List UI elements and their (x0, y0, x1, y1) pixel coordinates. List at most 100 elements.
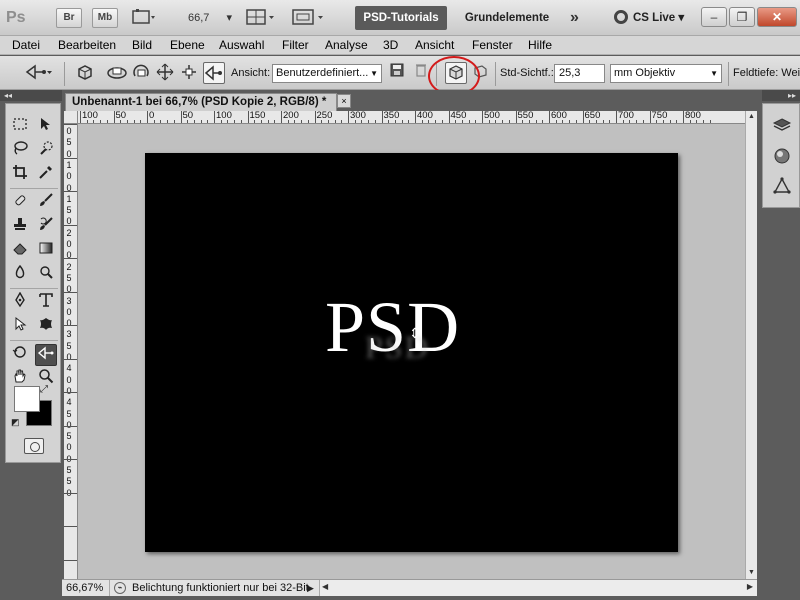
scroll-up-icon[interactable]: ▲ (746, 111, 757, 123)
field-of-view-input[interactable]: 25,3 (554, 64, 605, 83)
zoom-level-field[interactable]: 66,7 ▾ (188, 8, 232, 28)
chevron-down-icon: ▾ (678, 12, 685, 24)
ruler-minor-tick (187, 120, 189, 123)
view-extras-icon[interactable] (132, 8, 156, 28)
scroll-right-icon[interactable]: ▶ (747, 582, 753, 591)
3d-material-icon[interactable] (770, 146, 794, 170)
foreground-color-swatch[interactable] (14, 386, 40, 412)
quick-selection-tool-icon[interactable] (35, 140, 57, 162)
orbit-camera-icon[interactable] (106, 62, 128, 84)
3d-rotate-tool-icon[interactable] (9, 344, 31, 366)
crop-tool-icon[interactable] (9, 164, 31, 186)
ruler-tick (64, 224, 77, 226)
3d-scene-icon[interactable] (770, 176, 794, 200)
walk-camera-icon[interactable] (178, 62, 200, 84)
menu-auswahl[interactable]: Auswahl (219, 36, 264, 55)
menu-fenster[interactable]: Fenster (472, 36, 513, 55)
close-document-icon[interactable]: × (337, 94, 351, 108)
ruler-minor-tick (361, 120, 363, 123)
ruler-minor-tick (508, 120, 510, 123)
tool-preset-picker-icon[interactable] (22, 62, 56, 84)
document-tab[interactable]: Unbenannt-1 bei 66,7% (PSD Kopie 2, RGB/… (65, 93, 337, 111)
ruler-minor-tick (662, 120, 664, 123)
lasso-tool-icon[interactable] (9, 140, 31, 162)
horizontal-ruler[interactable]: 100 50 0 50 100 150 200 250 300 350 400 450 500 550 60… (78, 111, 745, 124)
return-to-initial-camera-icon[interactable] (74, 62, 96, 84)
vertical-scrollbar[interactable]: ▲ ▼ (745, 111, 757, 579)
ruler-minor-tick (260, 120, 262, 123)
default-colors-icon[interactable]: ◩ (11, 417, 21, 427)
spot-healing-tool-icon[interactable] (9, 192, 31, 214)
3d-zoom-camera-tool-icon[interactable] (35, 344, 57, 366)
save-view-icon[interactable] (386, 62, 408, 84)
close-window-button[interactable]: ✕ (757, 7, 797, 27)
right-panel-collapse-bar[interactable]: ▸▸ (762, 90, 800, 101)
ruler-origin[interactable] (64, 111, 78, 124)
scroll-down-icon[interactable]: ▼ (746, 567, 757, 579)
cs-live-button[interactable]: CS Live ▾ (614, 8, 684, 28)
info-icon[interactable]: ⌁ (114, 582, 126, 594)
document-canvas[interactable]: PSD PSD ⇕ (145, 153, 678, 552)
mini-bridge-button[interactable]: Mb (92, 8, 118, 28)
move-tool-icon[interactable] (35, 116, 57, 138)
pen-tool-icon[interactable] (9, 291, 31, 314)
status-bar: 66,67% ⌁ Belichtung funktioniert nur bei… (62, 579, 757, 596)
ruler-label: 5 (66, 340, 72, 351)
ruler-label: 0 (66, 171, 72, 182)
clone-stamp-tool-icon[interactable] (9, 216, 31, 238)
workspace-psd-tutorials-tab[interactable]: PSD-Tutorials (355, 6, 447, 30)
status-zoom-field[interactable]: 66,67% (66, 580, 110, 596)
restore-button[interactable]: ❐ (729, 7, 755, 27)
vertical-ruler[interactable]: 050100150200250300350400450500550 (64, 124, 78, 579)
ruler-label: 0 (66, 374, 72, 385)
menu-bearbeiten[interactable]: Bearbeiten (58, 36, 116, 55)
more-workspaces-icon[interactable]: » (570, 8, 579, 28)
ruler-minor-tick (609, 120, 611, 123)
minimize-button[interactable]: – (701, 7, 727, 27)
ruler-minor-tick (562, 120, 564, 123)
screen-mode-icon[interactable] (292, 8, 328, 28)
scroll-left-icon[interactable]: ◀ (322, 582, 328, 591)
custom-shape-tool-icon[interactable] (35, 316, 57, 338)
zoom-camera-icon[interactable] (203, 62, 225, 84)
marquee-tool-icon[interactable] (9, 116, 31, 138)
menu-3d[interactable]: 3D (383, 36, 398, 55)
quick-mask-button[interactable] (24, 438, 44, 454)
lens-unit-value: mm Objektiv (614, 67, 676, 79)
ruler-label: 3 (66, 295, 72, 306)
view-select[interactable]: Benutzerdefiniert... ▼ (272, 64, 382, 83)
menu-analyse[interactable]: Analyse (325, 36, 368, 55)
type-tool-icon[interactable] (35, 292, 57, 314)
dodge-tool-icon[interactable] (35, 264, 57, 286)
tools-collapse-bar[interactable]: ◂◂ (0, 90, 62, 101)
workspace-grundelemente-tab[interactable]: Grundelemente (456, 6, 558, 30)
eraser-tool-icon[interactable] (9, 240, 31, 262)
menu-datei[interactable]: Datei (12, 36, 40, 55)
horizontal-scrollbar[interactable]: ◀ ▶ (319, 580, 757, 596)
separator (64, 62, 65, 86)
swap-colors-icon[interactable]: ⤢ (40, 384, 48, 395)
ruler-minor-tick (120, 120, 122, 123)
layers-icon[interactable] (770, 116, 794, 140)
blur-tool-icon[interactable] (9, 264, 31, 286)
path-selection-tool-icon[interactable] (9, 316, 31, 338)
options-bar: Ansicht: Benutzerdefiniert... ▼ Std-Sicht… (0, 56, 800, 96)
arrange-documents-icon[interactable] (246, 8, 276, 28)
roll-camera-icon[interactable] (130, 62, 152, 84)
menu-filter[interactable]: Filter (282, 36, 309, 55)
lens-unit-select[interactable]: mm Objektiv ▼ (610, 64, 722, 83)
history-brush-tool-icon[interactable] (35, 216, 57, 238)
menu-ebene[interactable]: Ebene (170, 36, 205, 55)
ruler-minor-tick (455, 120, 457, 123)
bridge-button[interactable]: Br (56, 8, 82, 28)
right-panel-dock (762, 103, 800, 208)
pan-camera-icon[interactable] (154, 62, 176, 84)
tool-separator (10, 340, 58, 341)
gradient-tool-icon[interactable] (35, 240, 57, 262)
menu-ansicht[interactable]: Ansicht (415, 36, 454, 55)
menu-bild[interactable]: Bild (132, 36, 152, 55)
menu-hilfe[interactable]: Hilfe (528, 36, 552, 55)
status-menu-arrow-icon[interactable]: ▶ (307, 583, 314, 594)
eyedropper-tool-icon[interactable] (35, 164, 57, 186)
brush-tool-icon[interactable] (35, 192, 57, 214)
